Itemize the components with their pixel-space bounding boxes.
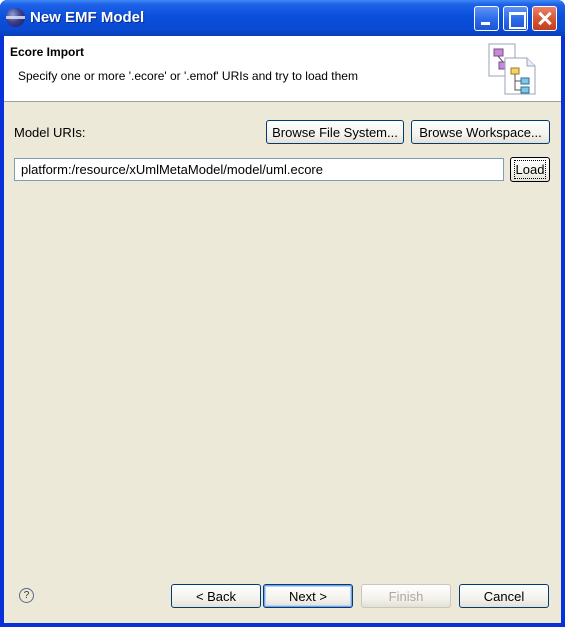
close-button[interactable] [532,6,557,31]
browse-file-system-label: Browse File System... [272,124,398,140]
next-button[interactable]: Next > [263,584,353,608]
model-uris-label: Model URIs: [14,125,86,140]
wizard-header: Ecore Import Specify one or more '.ecore… [4,36,561,102]
eclipse-icon [6,8,25,27]
model-uri-input[interactable]: platform:/resource/xUmlMetaModel/model/u… [14,158,504,181]
page-title: Ecore Import [10,45,85,59]
load-label: Load [513,160,547,179]
browse-file-system-button[interactable]: Browse File System... [266,120,404,144]
next-label: Next > [289,588,327,604]
minimize-button[interactable] [474,6,499,31]
window-title: New EMF Model [30,9,145,26]
back-button[interactable]: < Back [171,584,261,608]
browse-workspace-label: Browse Workspace... [419,124,542,140]
cancel-label: Cancel [483,588,525,604]
ecore-wizard-icon [488,43,536,95]
browse-workspace-button[interactable]: Browse Workspace... [411,120,550,144]
dialog-window: New EMF Model Ecore Import Specify one o… [0,0,565,627]
finish-label: Finish [388,588,424,604]
maximize-button[interactable] [503,6,528,31]
back-label: < Back [195,588,237,604]
title-bar[interactable]: New EMF Model [0,0,565,36]
help-icon[interactable]: ? [19,588,34,603]
cancel-button[interactable]: Cancel [459,584,549,608]
finish-button: Finish [361,584,451,608]
page-description: Specify one or more '.ecore' or '.emof' … [18,69,358,83]
load-button[interactable]: Load [510,157,550,182]
dialog-client-area: Ecore Import Specify one or more '.ecore… [4,36,561,623]
